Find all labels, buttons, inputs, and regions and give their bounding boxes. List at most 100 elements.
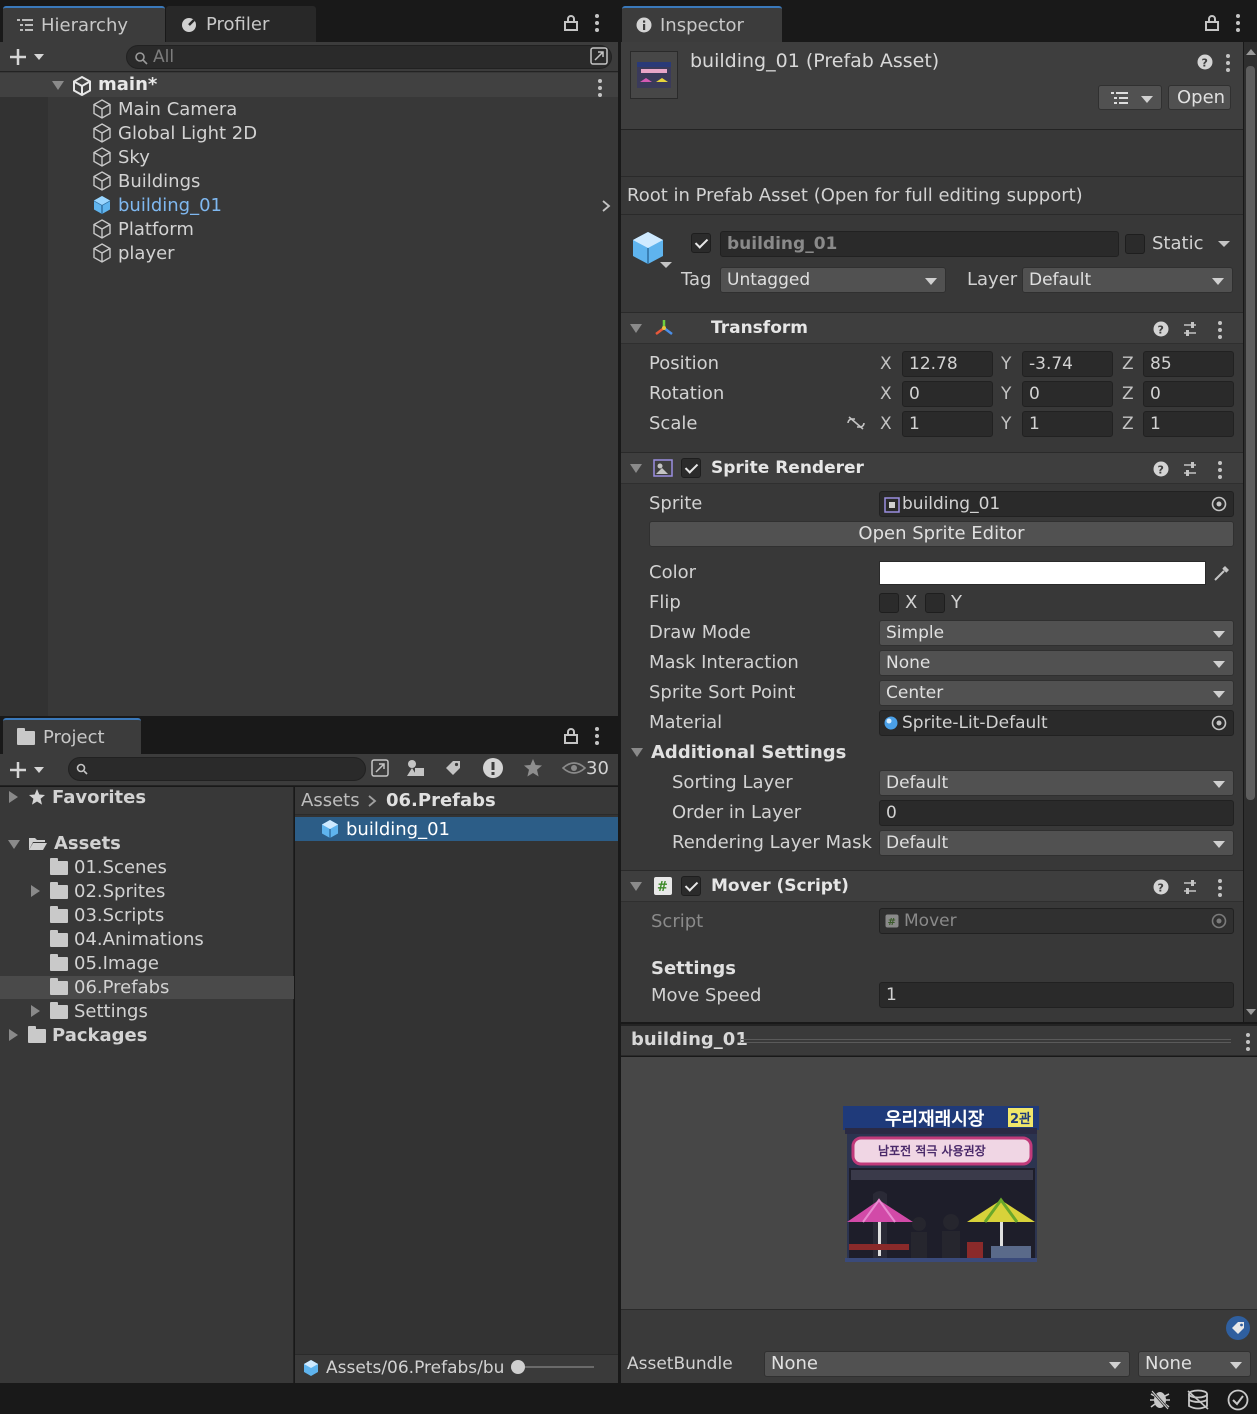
open-button[interactable]: Open	[1168, 85, 1231, 110]
scene-menu-icon[interactable]	[597, 79, 603, 97]
rotation-z-field[interactable]: 0	[1143, 381, 1234, 407]
transform-foldout-icon[interactable]	[630, 324, 642, 333]
tab-profiler[interactable]: Profiler	[166, 6, 316, 42]
folder-06-prefabs[interactable]: 06.Prefabs	[50, 975, 169, 999]
eyedropper-icon[interactable]	[1212, 563, 1232, 583]
flip-y-checkbox[interactable]	[925, 593, 945, 613]
settings-foldout-icon[interactable]	[31, 1005, 40, 1017]
tab-inspector[interactable]: Inspector	[622, 6, 782, 42]
draw-mode-dropdown[interactable]: Simple	[879, 620, 1234, 646]
additional-settings-foldout-icon[interactable]	[631, 748, 643, 757]
search-window-icon[interactable]	[371, 759, 389, 777]
sprite-renderer-foldout-icon[interactable]	[630, 464, 642, 473]
hierarchy-item-buildings[interactable]: Buildings	[92, 169, 200, 193]
layer-dropdown[interactable]: Default	[1022, 267, 1233, 293]
position-y-field[interactable]: -3.74	[1022, 351, 1113, 377]
object-picker-icon[interactable]	[1211, 715, 1227, 731]
position-z-field[interactable]: 85	[1143, 351, 1234, 377]
open-sprite-editor-button[interactable]: Open Sprite Editor	[649, 521, 1234, 547]
sort-point-dropdown[interactable]: Center	[879, 680, 1234, 706]
component-menu-icon[interactable]	[1217, 879, 1223, 897]
hierarchy-item-main-camera[interactable]: Main Camera	[92, 97, 237, 121]
favorite-star-icon[interactable]	[523, 758, 543, 778]
move-speed-field[interactable]: 1	[879, 982, 1234, 1008]
packages-foldout-icon[interactable]	[9, 1029, 18, 1041]
tab-hierarchy[interactable]: Hierarchy	[3, 6, 165, 42]
scene-row[interactable]	[0, 73, 618, 97]
scroll-up-icon[interactable]	[1245, 48, 1257, 56]
breadcrumb-root[interactable]: Assets	[301, 790, 360, 811]
lock-icon[interactable]	[1205, 15, 1219, 31]
component-menu-icon[interactable]	[1217, 461, 1223, 479]
lock-icon[interactable]	[564, 15, 578, 31]
progress-check-icon[interactable]	[1227, 1389, 1249, 1411]
hierarchy-item-sky[interactable]: Sky	[92, 145, 150, 169]
additional-settings-label[interactable]: Additional Settings	[651, 742, 846, 763]
file-building-01[interactable]: building_01	[320, 817, 450, 841]
filter-label-icon[interactable]	[444, 759, 462, 777]
open-mode-dropdown[interactable]	[1098, 85, 1162, 110]
project-search-input[interactable]	[68, 757, 366, 781]
folder-01-scenes[interactable]: 01.Scenes	[50, 855, 167, 879]
mask-interaction-dropdown[interactable]: None	[879, 650, 1234, 676]
scale-x-field[interactable]: 1	[902, 411, 993, 437]
preview-menu-icon[interactable]	[1245, 1033, 1251, 1051]
inspector-menu-icon[interactable]	[1235, 14, 1241, 32]
order-in-layer-field[interactable]: 0	[879, 800, 1234, 826]
inspector-scrollbar-thumb[interactable]	[1246, 66, 1255, 800]
favorites-item[interactable]: Favorites	[28, 785, 146, 809]
help-icon[interactable]: ?	[1153, 461, 1169, 477]
cache-server-icon[interactable]	[1186, 1389, 1210, 1411]
assetbundle-name-dropdown[interactable]: None	[764, 1351, 1130, 1377]
assetbundle-variant-dropdown[interactable]: None	[1138, 1351, 1251, 1377]
preset-icon[interactable]	[1182, 321, 1198, 337]
filter-type-icon[interactable]	[406, 759, 426, 777]
active-checkbox[interactable]	[691, 233, 711, 253]
color-swatch[interactable]	[879, 561, 1206, 585]
scale-y-field[interactable]: 1	[1022, 411, 1113, 437]
folder-03-scripts[interactable]: 03.Scripts	[50, 903, 164, 927]
position-x-field[interactable]: 12.78	[902, 351, 993, 377]
debug-bug-icon[interactable]	[1149, 1388, 1171, 1410]
preset-icon[interactable]	[1182, 461, 1198, 477]
folder-04-animations[interactable]: 04.Animations	[50, 927, 204, 951]
assets-foldout-icon[interactable]	[8, 840, 20, 849]
rendering-layer-mask-dropdown[interactable]: Default	[879, 830, 1234, 856]
sprite-renderer-enabled-checkbox[interactable]	[681, 458, 701, 478]
object-picker-icon[interactable]	[1211, 496, 1227, 512]
asset-menu-icon[interactable]	[1225, 54, 1231, 72]
hierarchy-item-player[interactable]: player	[92, 241, 175, 265]
hierarchy-item-global-light[interactable]: Global Light 2D	[92, 121, 257, 145]
log-filter-icon[interactable]	[482, 757, 504, 779]
preset-icon[interactable]	[1182, 879, 1198, 895]
sorting-layer-dropdown[interactable]: Default	[879, 770, 1234, 796]
help-icon[interactable]: ?	[1153, 879, 1169, 895]
chevron-right-icon[interactable]	[601, 199, 611, 213]
material-field[interactable]: Sprite-Lit-Default	[879, 710, 1234, 736]
lock-icon[interactable]	[564, 728, 578, 744]
rotation-x-field[interactable]: 0	[902, 381, 993, 407]
hierarchy-add-button[interactable]	[8, 46, 48, 68]
hierarchy-item-platform[interactable]: Platform	[92, 217, 194, 241]
favorites-foldout-icon[interactable]	[9, 791, 18, 803]
transform-header[interactable]: Transform ?	[621, 312, 1243, 344]
static-dropdown-icon[interactable]	[1217, 240, 1231, 248]
folder-02-sprites[interactable]: 02.Sprites	[50, 879, 165, 903]
icon-size-slider-thumb[interactable]	[511, 1360, 525, 1374]
asset-label-tag-icon[interactable]	[1224, 1315, 1252, 1341]
component-menu-icon[interactable]	[1217, 321, 1223, 339]
rotation-y-field[interactable]: 0	[1022, 381, 1113, 407]
help-icon[interactable]: ?	[1197, 54, 1213, 70]
constrain-proportions-icon[interactable]	[846, 415, 866, 431]
tag-dropdown[interactable]: Untagged	[720, 267, 946, 293]
hierarchy-search-input[interactable]: All	[126, 45, 612, 69]
sprite-renderer-header[interactable]: Sprite Renderer ?	[621, 452, 1243, 484]
folder-05-image[interactable]: 05.Image	[50, 951, 159, 975]
mover-foldout-icon[interactable]	[630, 882, 642, 891]
eye-hidden-icon[interactable]	[562, 761, 586, 775]
search-options-icon[interactable]	[590, 47, 608, 65]
breadcrumb-current[interactable]: 06.Prefabs	[386, 790, 496, 811]
object-name-field[interactable]: building_01	[720, 231, 1119, 257]
scene-foldout-icon[interactable]	[52, 81, 64, 90]
assets-folder[interactable]: Assets	[28, 831, 121, 855]
